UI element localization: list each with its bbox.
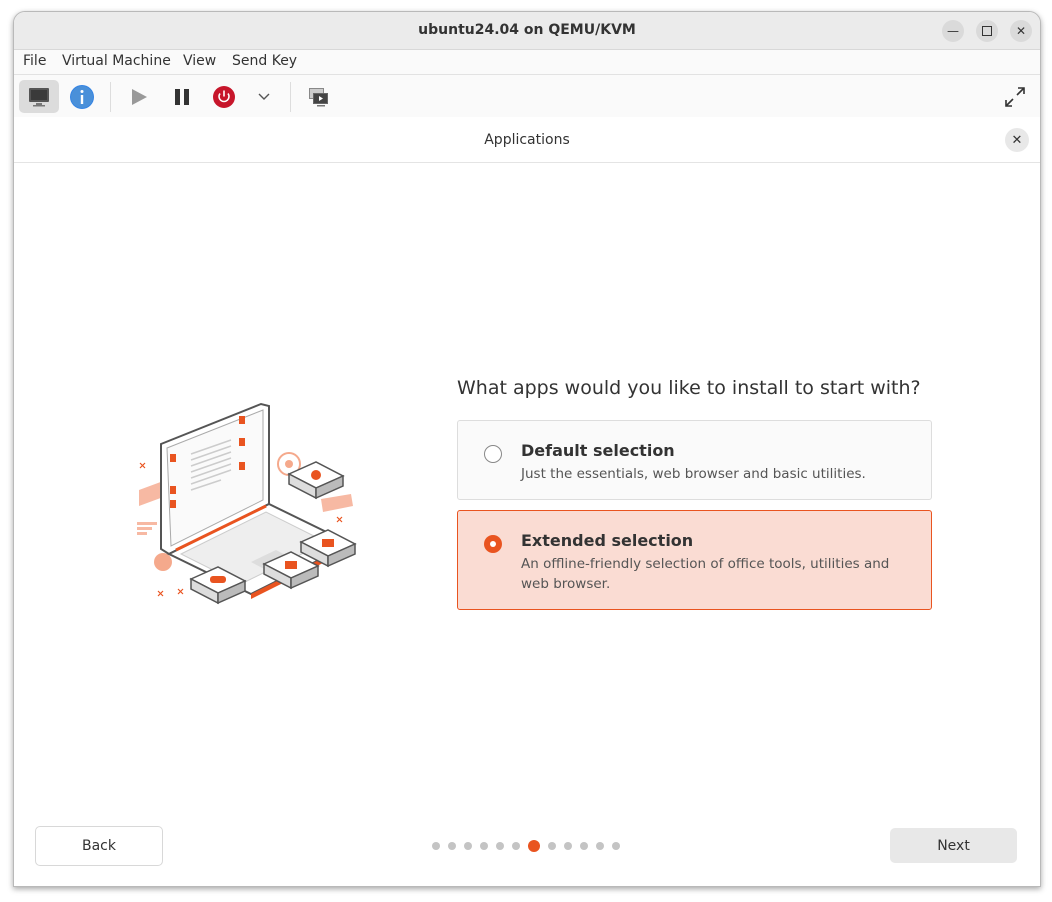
fullscreen-icon <box>1005 86 1025 107</box>
step-dot <box>496 842 504 850</box>
maximize-icon <box>982 26 992 36</box>
console-button[interactable] <box>19 80 59 113</box>
step-dot <box>432 842 440 850</box>
option-description: An offline-friendly selection of office … <box>521 556 890 592</box>
chevron-down-icon <box>258 93 270 100</box>
shutdown-menu-button[interactable] <box>244 80 284 113</box>
applications-illustration <box>137 402 357 605</box>
option-default-selection[interactable]: Default selection Just the essentials, w… <box>457 420 932 500</box>
next-button[interactable]: Next <box>890 828 1017 863</box>
page-header: Applications ✕ <box>14 118 1040 163</box>
menu-send-key[interactable]: Send Key <box>232 53 297 69</box>
step-dot <box>580 842 588 850</box>
step-dot <box>512 842 520 850</box>
pause-icon <box>175 88 189 105</box>
snapshots-button[interactable] <box>299 80 339 113</box>
window-title: ubuntu24.04 on QEMU/KVM <box>418 22 636 38</box>
step-dot <box>464 842 472 850</box>
menu-file[interactable]: File <box>23 53 46 69</box>
decor-pie <box>154 553 172 571</box>
fullscreen-button[interactable] <box>995 80 1035 113</box>
close-icon: ✕ <box>1015 24 1027 38</box>
step-dot <box>448 842 456 850</box>
installer-close-button[interactable]: ✕ <box>1005 128 1029 152</box>
close-icon: ✕ <box>1011 132 1023 148</box>
details-button[interactable] <box>62 80 102 113</box>
step-dot <box>596 842 604 850</box>
question-heading: What apps would you like to install to s… <box>457 377 921 399</box>
title-bar: ubuntu24.04 on QEMU/KVM — ✕ <box>14 12 1040 50</box>
app-tile-location <box>287 461 345 500</box>
shutdown-icon <box>213 85 235 108</box>
shutdown-button[interactable] <box>204 80 244 113</box>
option-extended-selection[interactable]: Extended selection An offline-friendly s… <box>457 510 932 610</box>
snapshots-icon <box>309 87 328 106</box>
back-button[interactable]: Back <box>35 826 163 866</box>
menu-bar: File Virtual Machine View Send Key <box>14 50 1040 75</box>
step-dot <box>612 842 620 850</box>
page-title: Applications <box>484 132 570 148</box>
console-icon <box>29 87 49 106</box>
close-button[interactable]: ✕ <box>1010 20 1032 42</box>
step-dot <box>548 842 556 850</box>
option-title: Extended selection <box>521 531 694 550</box>
vm-window: ubuntu24.04 on QEMU/KVM — ✕ File Virtual… <box>13 11 1041 887</box>
radio-default[interactable] <box>484 445 502 463</box>
details-icon <box>70 84 94 109</box>
run-icon <box>132 88 147 105</box>
run-button[interactable] <box>119 80 159 113</box>
step-indicator <box>432 840 620 852</box>
maximize-button[interactable] <box>976 20 998 42</box>
option-title: Default selection <box>521 441 675 460</box>
toolbar-separator <box>290 82 291 112</box>
option-description: Just the essentials, web browser and bas… <box>521 466 866 482</box>
menu-view[interactable]: View <box>183 53 216 69</box>
radio-extended[interactable] <box>484 535 502 553</box>
step-dot <box>564 842 572 850</box>
step-dot-current <box>528 840 540 852</box>
pause-button[interactable] <box>162 80 202 113</box>
menu-virtual-machine[interactable]: Virtual Machine <box>62 53 171 69</box>
toolbar <box>14 75 1040 117</box>
step-dot <box>480 842 488 850</box>
toolbar-separator <box>110 82 111 112</box>
minimize-button[interactable]: — <box>942 20 964 42</box>
minimize-icon: — <box>947 24 959 38</box>
